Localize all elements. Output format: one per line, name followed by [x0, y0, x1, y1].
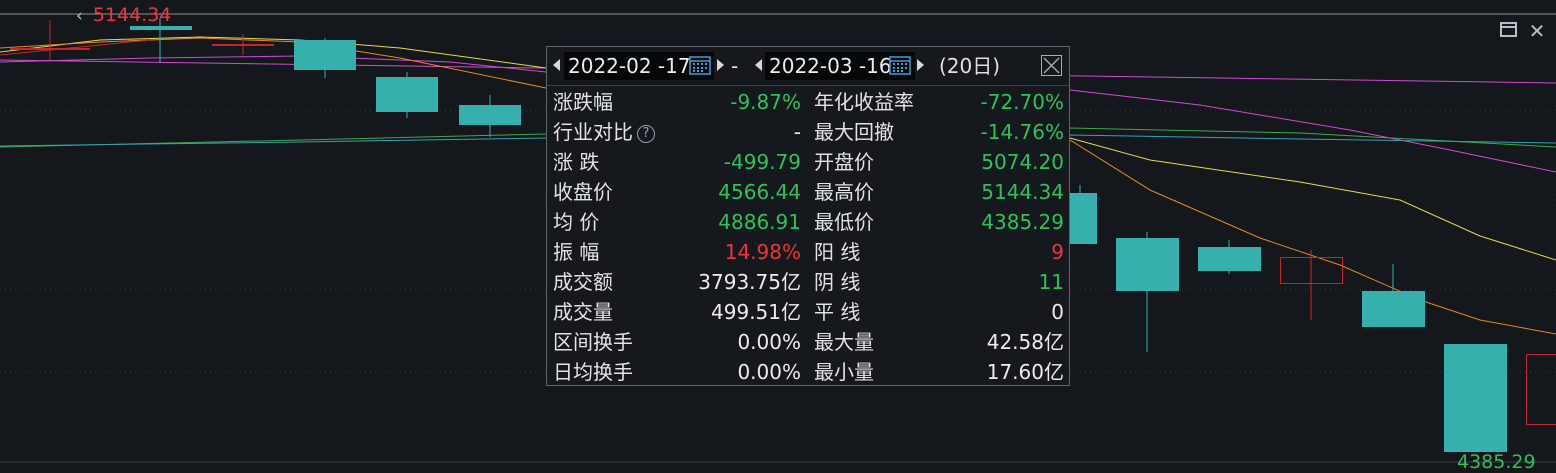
- stat-value: 0.00%: [737, 330, 801, 354]
- candle-body-down: [1362, 291, 1425, 327]
- stat-value: 14.98%: [724, 240, 801, 264]
- stat-value: 5144.34: [981, 180, 1064, 204]
- stat-row: 成交额 3793.75亿 阴 线 11: [547, 267, 1069, 297]
- date-separator: -: [731, 54, 739, 78]
- stat-label: 收盘价: [553, 180, 613, 204]
- high-price-value: 5144.34: [92, 4, 172, 26]
- stat-value: 17.60亿: [986, 360, 1064, 384]
- stat-label: 年化收益率: [814, 90, 914, 114]
- stat-label: 阴 线: [814, 270, 861, 294]
- candle-body-down: [376, 77, 438, 112]
- end-date-value: 2022-03 -16: [769, 54, 892, 78]
- stat-label: 日均换手: [553, 360, 633, 384]
- stat-label: 阳 线: [814, 240, 861, 264]
- stat-row: 收盘价 4566.44 最高价 5144.34: [547, 177, 1069, 207]
- end-date-next-icon[interactable]: [917, 59, 924, 71]
- stat-label: 涨跌幅: [553, 90, 613, 114]
- stat-value: 0.00%: [737, 360, 801, 384]
- popup-header: 2022-02 -17 - 2022-03 -16 (20日): [547, 47, 1069, 86]
- candle-body-down: [1444, 344, 1507, 452]
- stat-value: -14.76%: [980, 120, 1064, 144]
- candle-body-down: [294, 40, 356, 70]
- close-icon[interactable]: ✕: [1525, 20, 1549, 42]
- end-date-prev-icon[interactable]: [755, 59, 762, 71]
- candle-body-down: [459, 105, 521, 125]
- candle-body-up: [1526, 354, 1556, 425]
- candle-body-up: [10, 48, 90, 50]
- stat-label: 开盘价: [814, 150, 874, 174]
- stat-value: 4886.91: [718, 210, 801, 234]
- stat-value: 9: [1051, 240, 1064, 264]
- stat-value: 4566.44: [718, 180, 801, 204]
- stat-label: 振 幅: [553, 240, 600, 264]
- stat-label: 最高价: [814, 180, 874, 204]
- stat-row: 日均换手 0.00% 最小量 17.60亿: [547, 357, 1069, 387]
- arrow-left-icon: ‹: [76, 6, 83, 26]
- ma-line-red-left: [0, 39, 151, 56]
- stat-label: 区间换手: [553, 330, 633, 354]
- stat-label: 最小量: [814, 360, 874, 384]
- stat-row: 均 价 4886.91 最低价 4385.29: [547, 207, 1069, 237]
- kline-chart-window[interactable]: ‹ 5144.34 4385.29 ✕ 2022-02 -17 - 2022-0…: [0, 0, 1556, 473]
- stat-value: 4385.29: [981, 210, 1064, 234]
- stat-label: 平 线: [814, 300, 861, 324]
- stat-value: 3793.75亿: [698, 270, 801, 294]
- low-price-marker: 4385.29: [1457, 451, 1536, 473]
- stat-label: 最大量: [814, 330, 874, 354]
- calendar-icon[interactable]: [889, 55, 911, 75]
- stat-label: 成交量: [553, 300, 613, 324]
- stat-row: 成交量 499.51亿 平 线 0: [547, 297, 1069, 327]
- day-count: (20日): [939, 54, 1001, 78]
- stat-value: 11: [1038, 270, 1064, 294]
- stat-value: 5074.20: [981, 150, 1064, 174]
- interval-stats-popup: 2022-02 -17 - 2022-03 -16 (20日) 涨跌幅 -9.8…: [546, 46, 1070, 386]
- start-date-next-icon[interactable]: [717, 59, 724, 71]
- stat-label: 成交额: [553, 270, 613, 294]
- stat-value: -72.70%: [980, 90, 1064, 114]
- calendar-icon[interactable]: [689, 55, 711, 75]
- stat-value: 0: [1051, 300, 1064, 324]
- stat-value: -499.79: [723, 150, 801, 174]
- stat-value: -: [793, 120, 801, 144]
- start-date-prev-icon[interactable]: [553, 59, 560, 71]
- close-box-icon[interactable]: [1041, 55, 1062, 76]
- stat-label: 最低价: [814, 210, 874, 234]
- stat-row: 涨跌幅 -9.87% 年化收益率 -72.70%: [547, 87, 1069, 117]
- stat-value: -9.87%: [730, 90, 801, 114]
- stat-row: 涨 跌 -499.79 开盘价 5074.20: [547, 147, 1069, 177]
- stat-label: 涨 跌: [553, 150, 600, 174]
- stat-row: 区间换手 0.00% 最大量 42.58亿: [547, 327, 1069, 357]
- stats-grid: 涨跌幅 -9.87% 年化收益率 -72.70% 行业对比? - 最大回撤 -1…: [547, 87, 1069, 387]
- question-circle-icon[interactable]: ?: [637, 125, 655, 143]
- candle-body-down: [1116, 238, 1179, 291]
- candle-body-up: [212, 44, 274, 46]
- stat-row: 行业对比? - 最大回撤 -14.76%: [547, 117, 1069, 147]
- high-price-marker: ‹ 5144.34: [76, 4, 171, 27]
- stat-value: 499.51亿: [711, 300, 801, 324]
- stat-value: 42.58亿: [986, 330, 1064, 354]
- window-restore-icon[interactable]: [1497, 20, 1521, 42]
- candle-body-down: [1198, 247, 1261, 271]
- stat-label: 行业对比?: [553, 117, 655, 147]
- stat-label: 均 价: [553, 210, 600, 234]
- start-date-value: 2022-02 -17: [568, 54, 691, 78]
- stat-row: 振 幅 14.98% 阳 线 9: [547, 237, 1069, 267]
- stat-label: 最大回撤: [814, 120, 894, 144]
- candle-body-down: [1070, 193, 1097, 244]
